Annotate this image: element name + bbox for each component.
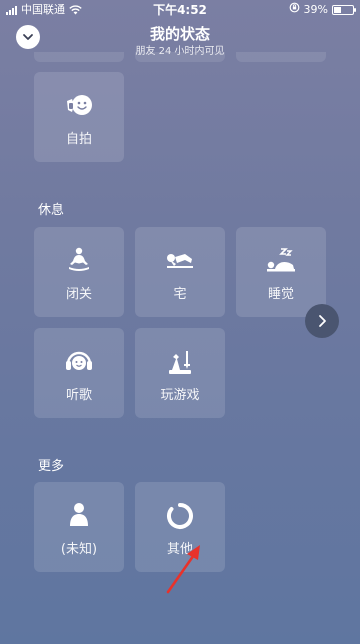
next-page-button[interactable] xyxy=(305,304,339,338)
tile-label: 自拍 xyxy=(65,132,92,147)
person-icon xyxy=(70,503,88,526)
status-right: 39% xyxy=(289,0,356,20)
section-title-more: 更多 xyxy=(38,459,65,474)
status-tile-music[interactable]: 听歌 xyxy=(34,328,124,418)
status-tile-retreat[interactable]: 闭关 xyxy=(34,227,124,317)
status-bar: 中国联通 下午4:52 39% xyxy=(0,0,360,20)
annotation-arrow xyxy=(160,540,210,600)
status-tile-selfie[interactable]: 自拍 xyxy=(34,72,124,162)
previous-row-tile-edge xyxy=(34,52,124,62)
tile-label: 睡觉 xyxy=(267,287,294,302)
status-tile-homebody[interactable]: 宅 xyxy=(135,227,225,317)
battery-level xyxy=(334,7,342,13)
lying-down-icon xyxy=(167,254,193,268)
previous-row-tile-edge xyxy=(135,52,225,62)
tile-label: (未知) xyxy=(60,542,98,557)
headphones-icon xyxy=(66,351,92,370)
page-title: 我的状态 xyxy=(149,25,210,43)
orientation-lock-icon xyxy=(289,0,300,20)
game-pieces-icon xyxy=(169,350,191,374)
sleep-icon xyxy=(267,248,295,272)
ring-icon xyxy=(167,503,193,529)
tile-label: 玩游戏 xyxy=(160,388,200,403)
battery-percent: 39% xyxy=(303,3,328,16)
status-tile-unknown[interactable]: (未知) xyxy=(34,482,124,572)
previous-row-tile-edge xyxy=(236,52,326,62)
tile-label: 闭关 xyxy=(65,287,92,302)
status-tile-gaming[interactable]: 玩游戏 xyxy=(135,328,225,418)
meditation-icon xyxy=(69,247,89,271)
chevron-right-icon xyxy=(319,315,326,327)
battery-icon xyxy=(332,5,356,15)
tile-label: 听歌 xyxy=(65,388,92,403)
section-title-rest: 休息 xyxy=(38,203,65,218)
status-tile-sleep[interactable]: 睡觉 xyxy=(236,227,326,317)
selfie-face-icon xyxy=(67,95,92,115)
tile-label: 宅 xyxy=(173,287,187,302)
